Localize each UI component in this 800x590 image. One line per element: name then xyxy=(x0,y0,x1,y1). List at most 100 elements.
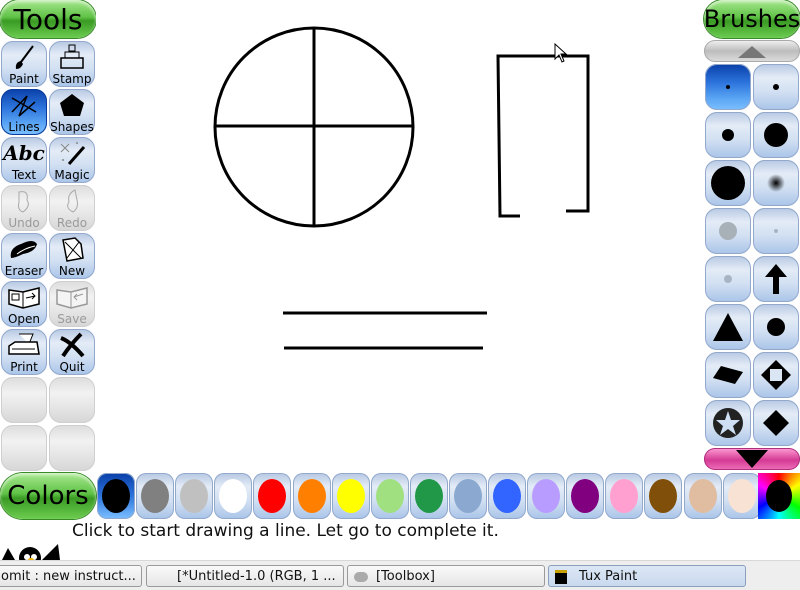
save-book-icon xyxy=(49,281,95,312)
color-orange-button[interactable] xyxy=(292,473,331,519)
magic-wand-icon xyxy=(49,137,95,168)
stamp-icon xyxy=(49,41,95,72)
color-swatch xyxy=(180,479,209,513)
tool-label: Stamp xyxy=(52,72,92,86)
tool-redo-button: Redo xyxy=(49,185,95,231)
brush-medium-dot-icon xyxy=(722,129,734,141)
tool-label: New xyxy=(58,264,86,278)
open-book-icon xyxy=(1,281,47,312)
taskbar-item-toolbox[interactable]: [Toolbox] xyxy=(347,565,545,587)
brush-parallelogram-icon xyxy=(713,366,743,384)
brush-gray-small-dot-button[interactable] xyxy=(705,256,751,302)
tool-save-button: Save xyxy=(49,281,95,327)
tool-label: Save xyxy=(57,312,87,326)
tool-stamp-button[interactable]: Stamp xyxy=(49,41,95,87)
brush-gray-soft-dot-icon xyxy=(719,222,737,240)
color-light-green-button[interactable] xyxy=(370,473,409,519)
tool-open-button[interactable]: Open xyxy=(1,281,47,327)
redo-hand-icon xyxy=(49,185,95,216)
color-white-button[interactable] xyxy=(214,473,253,519)
tool-new-button[interactable]: New xyxy=(49,233,95,279)
color-swatch xyxy=(102,479,130,513)
brush-huge-dot-icon xyxy=(711,166,745,200)
brush-medium-dot-button[interactable] xyxy=(705,112,751,158)
color-tan-button[interactable] xyxy=(683,473,722,519)
tool-paint-button[interactable]: Paint xyxy=(1,41,47,87)
color-swatch xyxy=(571,479,600,513)
tool-print-button[interactable]: Print xyxy=(1,329,47,375)
brush-parallelogram-button[interactable] xyxy=(705,352,751,398)
tool-label: Paint xyxy=(9,72,39,86)
color-picker-button[interactable] xyxy=(758,473,800,519)
color-black-button[interactable] xyxy=(97,473,135,519)
gimp-icon xyxy=(354,571,368,582)
colors-header: Colors xyxy=(0,473,96,519)
tool-magic-button[interactable]: Magic xyxy=(49,137,95,183)
color-swatch xyxy=(727,479,756,513)
brush-arrow-up-button[interactable] xyxy=(753,256,799,302)
color-swatch xyxy=(688,479,717,513)
color-silver-button[interactable] xyxy=(175,473,214,519)
taskbar-item-tux-paint[interactable]: Tux Paint xyxy=(548,565,746,587)
tool-text-button[interactable]: Abc Text xyxy=(1,137,47,183)
brush-gray-tiny-dot-icon xyxy=(774,229,778,233)
tool-shapes-button[interactable]: Shapes xyxy=(49,89,95,135)
brushes-scroll-up-button[interactable] xyxy=(704,40,800,62)
brush-small-dot-icon xyxy=(773,84,779,90)
tool-label: Magic xyxy=(54,168,90,182)
tool-label: Undo xyxy=(8,216,40,230)
color-swatch xyxy=(258,479,287,513)
brush-diamond-square-button[interactable] xyxy=(753,352,799,398)
brush-triangle-icon xyxy=(713,313,743,341)
color-swatch xyxy=(141,479,170,513)
color-yellow-button[interactable] xyxy=(331,473,370,519)
drawing-canvas[interactable] xyxy=(96,0,704,472)
taskbar: omit : new instruct... [*Untitled-1.0 (R… xyxy=(0,560,800,590)
tool-label: Redo xyxy=(56,216,88,230)
brush-gray-soft-dot-button[interactable] xyxy=(705,208,751,254)
printer-icon xyxy=(1,329,47,360)
tool-label: Quit xyxy=(59,360,85,374)
brush-large-dot-button[interactable] xyxy=(753,112,799,158)
tool-undo-button: Undo xyxy=(1,185,47,231)
tool-label: Text xyxy=(11,168,37,182)
color-green-button[interactable] xyxy=(409,473,448,519)
brushes-scroll-down-button[interactable] xyxy=(704,448,800,470)
color-brown-button[interactable] xyxy=(644,473,683,519)
tool-label: Eraser xyxy=(4,264,44,278)
brush-large-dot-icon xyxy=(764,123,788,147)
color-swatch xyxy=(219,479,248,513)
color-swatch xyxy=(649,479,678,513)
brush-diamond-button[interactable] xyxy=(753,400,799,446)
empty-tool-slot xyxy=(49,377,95,423)
brush-fuzzy-dot-button[interactable] xyxy=(753,160,799,206)
brush-small-dot-button[interactable] xyxy=(753,64,799,110)
tool-eraser-button[interactable]: Eraser xyxy=(1,233,47,279)
brush-circle-button[interactable] xyxy=(753,304,799,350)
empty-tool-slot xyxy=(1,377,47,423)
taskbar-item-terminal[interactable]: omit : new instruct... xyxy=(0,565,142,587)
brushes-title: Brushes xyxy=(703,5,800,33)
color-peach-button[interactable] xyxy=(722,473,761,519)
color-red-button[interactable] xyxy=(253,473,292,519)
color-lavender-button[interactable] xyxy=(527,473,566,519)
taskbar-item-gimp-image[interactable]: [*Untitled-1.0 (RGB, 1 ... xyxy=(146,565,344,587)
brush-gray-tiny-dot-button[interactable] xyxy=(753,208,799,254)
color-purple-button[interactable] xyxy=(566,473,605,519)
color-pink-button[interactable] xyxy=(605,473,644,519)
brush-triangle-button[interactable] xyxy=(705,304,751,350)
tools-title: Tools xyxy=(13,2,83,36)
color-blue-button[interactable] xyxy=(488,473,526,519)
tool-quit-button[interactable]: Quit xyxy=(49,329,95,375)
color-swatch xyxy=(610,479,639,513)
tool-lines-button[interactable]: Lines xyxy=(1,89,47,135)
brush-star-circle-button[interactable] xyxy=(705,400,751,446)
color-swatch xyxy=(493,479,521,513)
color-steel-blue-button[interactable] xyxy=(448,473,487,519)
color-swatch xyxy=(297,479,326,513)
brush-circle-icon xyxy=(767,318,785,336)
brush-tiny-dot-icon xyxy=(726,85,730,89)
color-gray-button[interactable] xyxy=(136,473,175,519)
brush-huge-dot-button[interactable] xyxy=(705,160,751,206)
brush-tiny-dot-button[interactable] xyxy=(705,64,751,110)
